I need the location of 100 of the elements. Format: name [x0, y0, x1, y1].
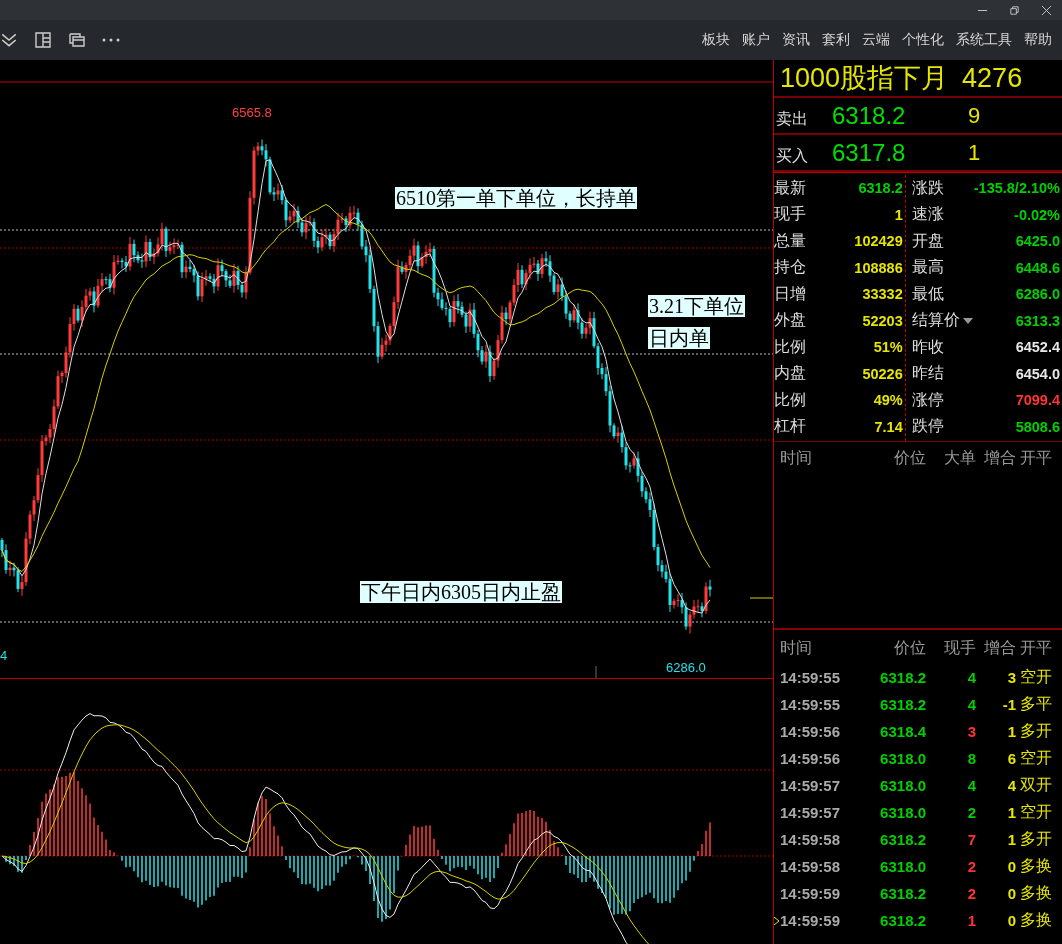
time-cell-text: 14:59:58	[779, 831, 842, 848]
time-cell-text: 14:59:59	[779, 885, 842, 902]
trade-type-cell-text: 多平	[1019, 694, 1053, 714]
dropdown-caret-icon[interactable]	[962, 317, 973, 324]
position-change-cell-text: 1	[1006, 723, 1016, 740]
position-change-cell-text: 0	[1006, 912, 1016, 929]
volume-cell-text: 8	[966, 750, 976, 767]
low-price-label: 6286.0	[666, 660, 706, 675]
stat-value: 6454.0	[1015, 365, 1060, 382]
stat-label: 比例	[774, 389, 806, 410]
position-change-cell-text: -1	[1001, 696, 1016, 713]
stat-value: 33332	[862, 286, 903, 303]
menu-item[interactable]: 云端	[856, 31, 896, 49]
time-cell-text: 14:59:55	[779, 669, 842, 686]
price-cell-text: 6318.2	[879, 669, 926, 686]
column-header: 时间	[779, 637, 813, 658]
position-change-cell-text: 0	[1006, 858, 1016, 875]
stat-label: 外盘	[774, 310, 806, 331]
price-cell-text: 6318.2	[879, 912, 926, 929]
stat-label: 涨跌	[911, 177, 944, 198]
column-header: 大单	[943, 447, 976, 468]
position-change-cell-text: 4	[1006, 777, 1016, 794]
stat-label: 日增	[774, 283, 806, 304]
menu-item[interactable]: 套利	[816, 31, 856, 49]
stat-value: 6425.0	[1015, 233, 1060, 250]
time-cell-text: 14:59:56	[779, 750, 842, 767]
trade-type-cell-text: 多开	[1019, 721, 1053, 741]
position-change-cell-text: 6	[1006, 750, 1016, 767]
stat-value: 6313.3	[1015, 312, 1060, 329]
volume-cell-text: 2	[966, 885, 976, 902]
stat-value: 6448.6	[1015, 259, 1060, 276]
column-header: 增合	[983, 637, 1016, 658]
annotation-note: 日内单	[648, 327, 710, 349]
stat-value: 7.14	[874, 418, 903, 435]
price-cell-text: 6318.4	[879, 723, 926, 740]
position-change-cell-text: 1	[1006, 831, 1016, 848]
stat-value: 52203	[862, 312, 903, 329]
column-header: 开平	[1019, 637, 1053, 658]
position-change-cell-text: 1	[1006, 804, 1016, 821]
time-cell-text: 14:59:56	[779, 723, 842, 740]
stat-label: 最新	[774, 177, 806, 198]
time-cell-text: 14:59:59	[779, 912, 842, 929]
time-cell-text: 14:59:58	[779, 858, 842, 875]
contract-name: 1000股指下月	[780, 62, 949, 95]
layout-icon[interactable]	[34, 31, 52, 49]
annotation-note: 6510第一单下单位，长持单	[395, 187, 637, 209]
stat-label: 内盘	[774, 363, 806, 384]
menu-item[interactable]: 板块	[696, 31, 736, 49]
stat-value: 6318.2	[858, 180, 903, 197]
stat-label: 持仓	[774, 257, 806, 278]
menu-item[interactable]: 个性化	[896, 31, 950, 49]
time-cell-text: 14:59:57	[779, 777, 842, 794]
trade-type-cell-text: 空开	[1019, 667, 1053, 687]
annotation-note: 下午日内6305日内止盈	[360, 581, 562, 603]
price-cell-text: 6318.0	[879, 777, 926, 794]
stat-label: 比例	[774, 336, 806, 357]
stat-label: 总量	[774, 230, 806, 251]
stat-label: 最高	[911, 257, 944, 278]
order-side-label: 买入	[775, 146, 809, 166]
position-change-cell-text: 3	[1006, 669, 1016, 686]
high-price-label: 6565.8	[232, 105, 272, 120]
price-cell-text: 6318.0	[879, 858, 926, 875]
stat-value: -0.02%	[1014, 206, 1060, 223]
stat-label: 速涨	[911, 204, 944, 225]
contract-code: 4276	[962, 62, 1023, 94]
volume-cell-text: 7	[966, 831, 976, 848]
menu-item[interactable]: 帮助	[1018, 31, 1058, 49]
stat-label: 昨收	[911, 336, 944, 357]
stat-value: 108886	[854, 259, 903, 276]
order-volume: 9	[968, 102, 981, 129]
trade-type-cell-text: 多换	[1019, 883, 1053, 903]
more-icon[interactable]	[102, 38, 120, 42]
restore-icon[interactable]	[1009, 4, 1020, 16]
double-chevron-icon[interactable]	[0, 31, 18, 49]
menu-item[interactable]: 账户	[736, 31, 776, 49]
column-header: 现手	[943, 637, 976, 658]
stat-value: -135.8/2.10%	[973, 180, 1060, 197]
price-cell-text: 6318.2	[879, 885, 926, 902]
trade-type-cell-text: 空开	[1019, 802, 1053, 822]
order-price: 6318.2	[832, 101, 907, 130]
order-side-label: 卖出	[775, 109, 809, 129]
trade-type-cell-text: 双开	[1019, 775, 1053, 795]
stat-label: 现手	[774, 204, 806, 225]
volume-cell-text: 4	[966, 696, 976, 713]
volume-cell-text: 1	[966, 912, 976, 929]
stat-value: 51%	[873, 339, 903, 356]
stat-label: 结算价	[911, 310, 960, 331]
stat-label: 涨停	[911, 389, 944, 410]
stat-value: 50226	[862, 365, 903, 382]
column-header: 价位	[893, 447, 926, 468]
close-icon[interactable]	[1041, 4, 1052, 16]
windows-icon[interactable]	[68, 31, 86, 49]
trade-type-cell-text: 多换	[1019, 856, 1053, 876]
trade-type-cell-text: 空开	[1019, 748, 1053, 768]
trade-type-cell-text: 多换	[1019, 910, 1053, 930]
stat-value: 5808.6	[1015, 418, 1060, 435]
column-header: 价位	[893, 637, 926, 658]
stat-label: 最低	[911, 283, 944, 304]
menu-item[interactable]: 系统工具	[950, 31, 1018, 49]
menu-item[interactable]: 资讯	[776, 31, 816, 49]
